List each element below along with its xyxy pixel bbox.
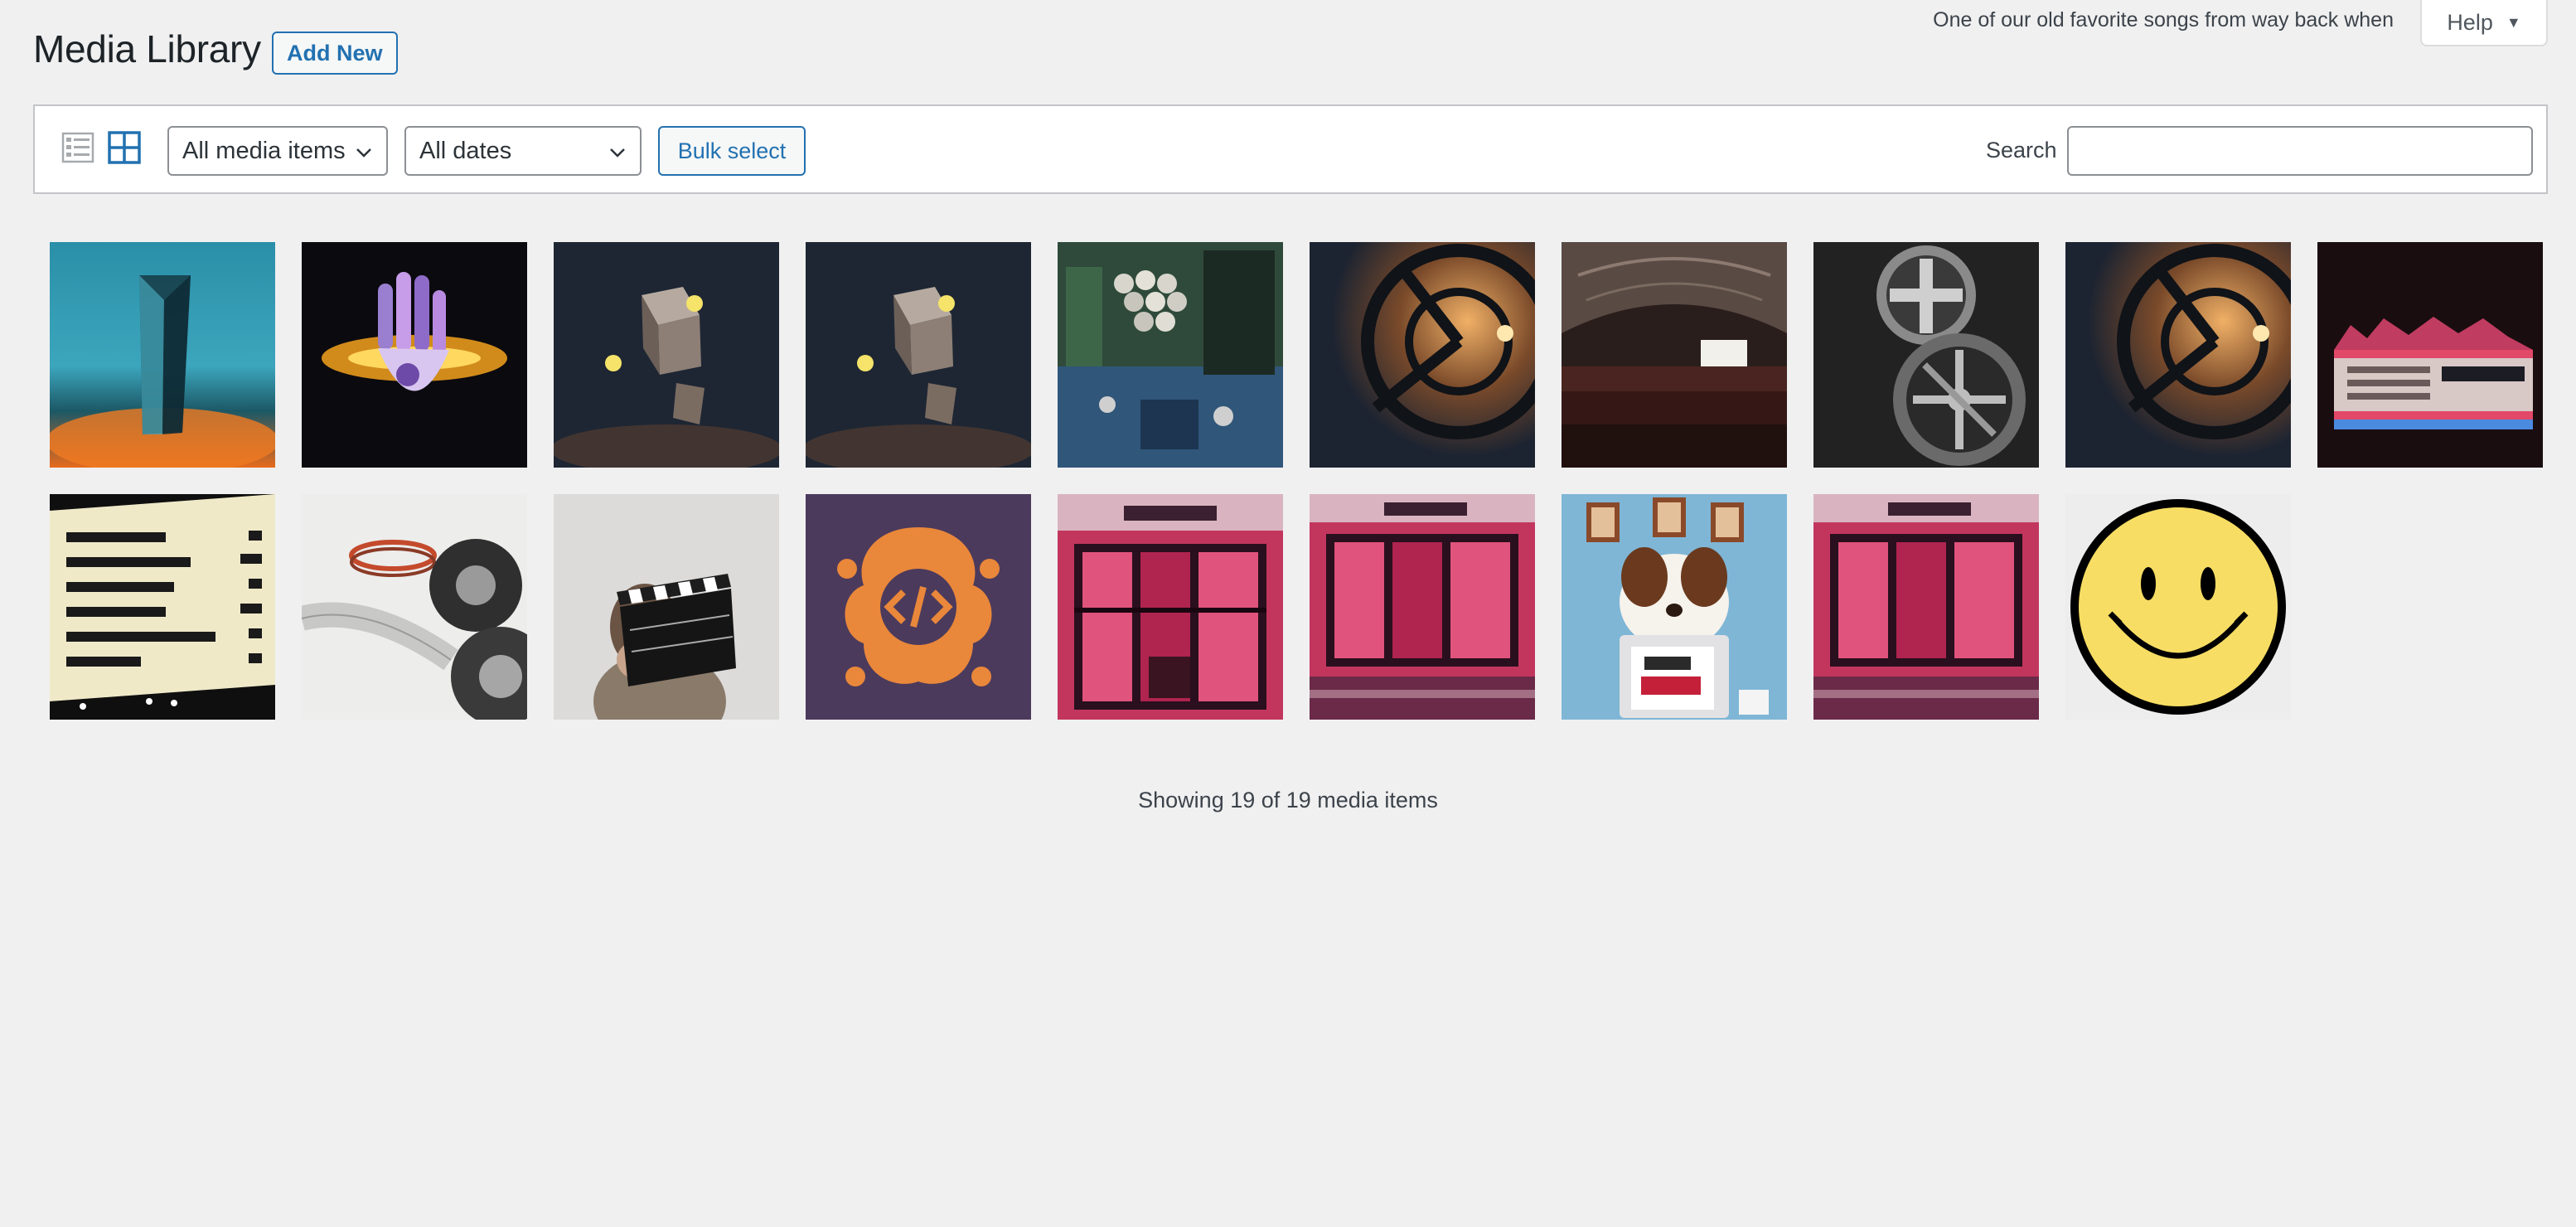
- glowing-hand-thumbnail: [302, 242, 527, 468]
- film-strip-reels-thumbnail: [302, 494, 527, 720]
- media-item-floating-cube[interactable]: [554, 242, 779, 468]
- media-filter-toolbar: All media items All dates Bulk select Se…: [33, 104, 2548, 194]
- caret-down-icon: ▼: [2506, 13, 2521, 31]
- cinema-storefront-thumbnail: [1058, 494, 1283, 720]
- glass-prism-thumbnail: [50, 242, 275, 468]
- search-input[interactable]: [2067, 126, 2533, 176]
- media-item-cinema-theater[interactable]: [1562, 242, 1787, 468]
- hello-dolly-lyric: One of our old favorite songs from way b…: [1933, 8, 2394, 32]
- cinema-storefront-thumbnail: [1813, 494, 2039, 720]
- media-type-filter[interactable]: All media items: [167, 126, 388, 176]
- film-reel-warm-thumbnail: [1310, 242, 1535, 468]
- chevron-down-icon: [356, 148, 371, 158]
- media-item-film-strip-reels[interactable]: [302, 494, 527, 720]
- marquee-sign-thumbnail: [50, 494, 275, 720]
- page-title: Media Library: [33, 27, 261, 70]
- bulk-select-button[interactable]: Bulk select: [658, 126, 806, 176]
- floating-cube-thumbnail: [554, 242, 779, 468]
- media-item-cinema-storefront[interactable]: [1058, 494, 1283, 720]
- film-reels-bw-thumbnail: [1813, 242, 2039, 468]
- list-view-icon[interactable]: [61, 131, 94, 164]
- grand-lake-marquee-thumbnail: [2317, 242, 2543, 468]
- media-item-cinema-storefront[interactable]: [1310, 494, 1535, 720]
- media-item-floating-cube[interactable]: [806, 242, 1031, 468]
- clapperboard-thumbnail: [554, 494, 779, 720]
- cinema-storefront-thumbnail: [1310, 494, 1535, 720]
- projector-equipment-thumbnail: [1058, 242, 1283, 468]
- media-item-brain-code-logo[interactable]: [806, 494, 1031, 720]
- date-filter-value: All dates: [419, 137, 512, 164]
- media-item-film-reel-warm[interactable]: [1310, 242, 1535, 468]
- media-item-glowing-hand[interactable]: [302, 242, 527, 468]
- floating-cube-thumbnail: [806, 242, 1031, 468]
- search-label: Search: [1986, 138, 2057, 162]
- media-item-cinema-storefront[interactable]: [1813, 494, 2039, 720]
- film-reel-warm-thumbnail: [2065, 242, 2291, 468]
- media-item-grand-lake-marquee[interactable]: [2317, 242, 2543, 468]
- help-tab[interactable]: Help ▼: [2420, 0, 2548, 46]
- media-item-marquee-sign[interactable]: [50, 494, 275, 720]
- chevron-down-icon: [610, 148, 625, 158]
- media-library-page: Media Library Add New One of our old fav…: [0, 0, 2576, 1227]
- smiley-face-thumbnail: [2065, 494, 2291, 720]
- help-label: Help: [2447, 9, 2493, 35]
- media-item-projector-equipment[interactable]: [1058, 242, 1283, 468]
- media-item-film-reel-warm[interactable]: [2065, 242, 2291, 468]
- add-new-button[interactable]: Add New: [272, 32, 398, 75]
- dog-with-a-blog-thumbnail: [1562, 494, 1787, 720]
- grid-view-icon[interactable]: [108, 131, 141, 164]
- media-item-dog-with-a-blog[interactable]: [1562, 494, 1787, 720]
- media-item-smiley-face[interactable]: [2065, 494, 2291, 720]
- media-count-status: Showing 19 of 19 media items: [1138, 788, 1438, 812]
- media-item-glass-prism[interactable]: [50, 242, 275, 468]
- media-type-filter-value: All media items: [182, 137, 346, 164]
- cinema-theater-thumbnail: [1562, 242, 1787, 468]
- date-filter[interactable]: All dates: [404, 126, 642, 176]
- media-item-film-reels-bw[interactable]: [1813, 242, 2039, 468]
- media-item-clapperboard[interactable]: [554, 494, 779, 720]
- brain-code-logo-thumbnail: [806, 494, 1031, 720]
